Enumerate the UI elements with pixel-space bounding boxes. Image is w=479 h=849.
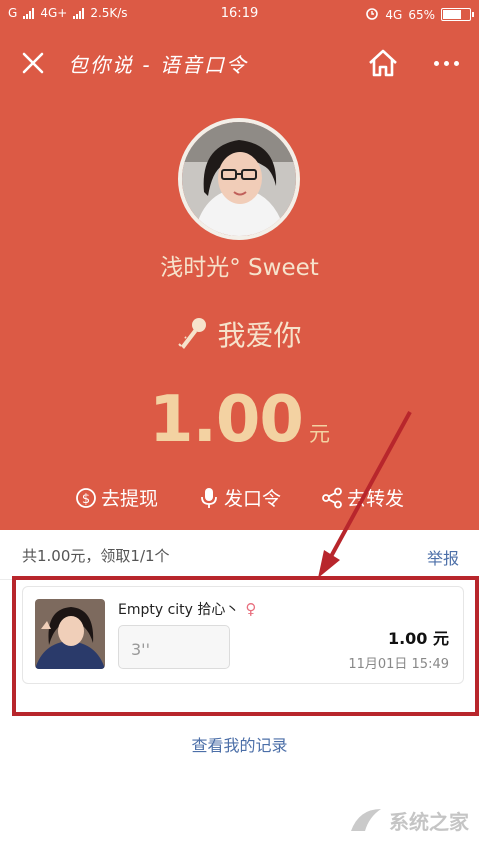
red-packet-header: G 4G+ 2.5K/s 16:19 4G 65% 包你说 - 语音口令 浅时光… xyxy=(0,0,479,530)
battery-percent: 65% xyxy=(408,7,435,22)
microphone-icon xyxy=(198,487,220,509)
withdraw-button[interactable]: $ 去提现 xyxy=(75,484,158,511)
forward-button[interactable]: 去转发 xyxy=(321,484,404,511)
page-title: 包你说 - 语音口令 xyxy=(68,53,248,77)
share-icon xyxy=(321,487,343,509)
amount-value: 1.00 xyxy=(149,383,304,457)
summary-text: 共1.00元，领取1/1个 xyxy=(22,547,170,565)
watermark-logo-icon xyxy=(351,809,381,831)
network-right-label: 4G xyxy=(385,7,403,22)
voice-phrase: 我爱你 xyxy=(0,314,479,354)
battery-icon xyxy=(441,8,474,21)
avatar[interactable] xyxy=(178,118,300,240)
watermark-text: 系统之家 xyxy=(389,809,469,834)
dollar-circle-icon: $ xyxy=(75,487,97,509)
phrase-text: 我爱你 xyxy=(217,319,302,352)
withdraw-label: 去提现 xyxy=(100,488,158,510)
packet-amount: 1.00 元 xyxy=(0,382,479,458)
send-phrase-button[interactable]: 发口令 xyxy=(198,484,281,511)
close-icon[interactable] xyxy=(18,48,48,78)
alarm-icon xyxy=(365,6,379,23)
action-bar: $ 去提现 发口令 去转发 xyxy=(0,484,479,511)
watermark: 系统之家 xyxy=(349,805,469,835)
annotation-box xyxy=(12,576,479,716)
status-right: 4G 65% xyxy=(365,6,474,23)
my-records-link[interactable]: 查看我的记录 xyxy=(0,732,479,756)
send-phrase-label: 发口令 xyxy=(223,488,281,510)
claim-summary: 共1.00元，领取1/1个 举报 xyxy=(0,530,479,580)
forward-label: 去转发 xyxy=(347,488,405,510)
amount-unit: 元 xyxy=(308,422,330,446)
more-icon[interactable] xyxy=(428,48,464,78)
karaoke-mic-icon xyxy=(177,316,209,352)
status-bar: G 4G+ 2.5K/s 16:19 4G 65% xyxy=(0,0,479,28)
svg-text:$: $ xyxy=(82,492,90,507)
sender-name: 浅时光° Sweet xyxy=(160,255,319,281)
battery-fill xyxy=(443,10,462,19)
home-icon[interactable] xyxy=(366,47,400,79)
report-link[interactable]: 举报 xyxy=(427,545,459,569)
nav-bar: 包你说 - 语音口令 xyxy=(0,38,479,86)
